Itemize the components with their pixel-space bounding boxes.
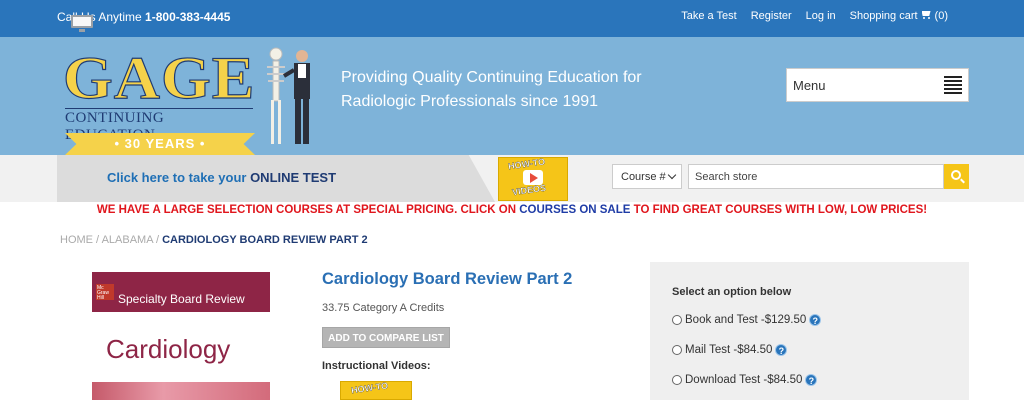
options-heading: Select an option below <box>672 286 792 298</box>
phone-number[interactable]: 1-800-383-4445 <box>145 10 230 24</box>
hamburger-icon <box>944 76 962 94</box>
shopping-cart-link[interactable]: Shopping cart (0) <box>850 10 948 22</box>
radio-button[interactable] <box>672 375 682 385</box>
breadcrumb-separator: / <box>152 234 163 246</box>
option-label: Mail Test -$84.50 <box>685 344 773 356</box>
product-image[interactable]: Mc Graw Hill Specialty Board Review Card… <box>92 272 270 400</box>
take-test-link[interactable]: Take a Test <box>681 10 736 22</box>
call-label: Call Us Anytime <box>57 10 142 24</box>
tagline-line2: Radiologic Professionals since 1991 <box>341 93 599 110</box>
purchase-options-panel: Select an option below Book and Test -$1… <box>650 262 969 400</box>
breadcrumb-separator: / <box>93 234 102 246</box>
online-test-link[interactable]: Click here to take your ONLINE TEST <box>107 170 336 185</box>
skeleton-mascot-icon <box>267 47 310 144</box>
course-number-select[interactable]: Course # <box>612 164 682 189</box>
shopping-cart-label: Shopping cart <box>849 10 918 22</box>
breadcrumb-home[interactable]: HOME <box>60 234 93 246</box>
radio-button[interactable] <box>672 345 682 355</box>
breadcrumb-current: CARDIOLOGY BOARD REVIEW PART 2 <box>162 234 368 246</box>
tagline-line1: Providing Quality Continuing Education f… <box>341 69 642 86</box>
cart-icon <box>921 10 933 20</box>
help-icon[interactable]: ? <box>809 314 822 326</box>
help-icon[interactable]: ? <box>775 344 788 356</box>
instructional-videos-label: Instructional Videos: <box>322 360 431 372</box>
site-tagline: Providing Quality Continuing Education f… <box>341 66 642 114</box>
courses-on-sale-link[interactable]: COURSES ON SALE <box>519 204 630 216</box>
search-button[interactable] <box>944 164 969 189</box>
promo-text-2: TO FIND GREAT COURSES WITH LOW, LOW PRIC… <box>630 204 928 216</box>
option-mail-test[interactable]: Mail Test -$84.50 ? <box>672 344 788 356</box>
top-bar: Call Us Anytime 1-800-383-4445 Take a Te… <box>0 0 1024 37</box>
option-label: Download Test -$84.50 <box>685 374 803 386</box>
logo-text: GAGE <box>62 43 256 112</box>
online-test-strong: ONLINE TEST <box>250 170 337 185</box>
help-icon[interactable]: ? <box>805 374 818 386</box>
how-to-videos-thumbnail[interactable]: HOW-TO <box>340 381 412 400</box>
product-credits: 33.75 Category A Credits <box>322 302 445 314</box>
breadcrumb-alabama[interactable]: ALABAMA <box>102 234 153 246</box>
register-link[interactable]: Register <box>751 10 792 22</box>
option-download-test[interactable]: Download Test -$84.50 ? <box>672 374 818 386</box>
gage-logo[interactable]: GAGE CONTINUING EDUCATION • 30 YEARS • <box>59 43 259 155</box>
add-to-compare-button[interactable]: ADD TO COMPARE LIST <box>322 327 450 348</box>
promo-banner: WE HAVE A LARGE SELECTION COURSES AT SPE… <box>0 204 1024 216</box>
option-label: Book and Test -$129.50 <box>685 314 807 326</box>
chevron-down-icon <box>667 170 677 180</box>
howto-bottom-text: VIDEOS <box>511 182 547 198</box>
product-title: Cardiology Board Review Part 2 <box>322 270 573 288</box>
promo-text-1: WE HAVE A LARGE SELECTION COURSES AT SPE… <box>96 204 520 216</box>
radio-button[interactable] <box>672 315 682 325</box>
site-header: GAGE CONTINUING EDUCATION • 30 YEARS • P… <box>0 37 1024 155</box>
top-links: Take a Test Register Log in Shopping car… <box>667 10 948 22</box>
menu-button[interactable]: Menu <box>786 68 969 102</box>
logo-ribbon: • 30 YEARS • <box>65 133 255 155</box>
login-link[interactable]: Log in <box>806 10 836 22</box>
search-icon <box>951 170 961 180</box>
course-select-value: Course # <box>621 171 666 183</box>
breadcrumb: HOME / ALABAMA / CARDIOLOGY BOARD REVIEW… <box>60 234 368 246</box>
option-book-and-test[interactable]: Book and Test -$129.50 ? <box>672 314 822 326</box>
search-input[interactable] <box>688 164 944 189</box>
online-test-prefix: Click here to take your <box>107 170 251 185</box>
cart-count: (0) <box>934 10 948 22</box>
howto-small-text: HOW-TO <box>350 381 389 396</box>
book-title: Cardiology <box>106 334 231 364</box>
book-cover-art <box>92 382 270 400</box>
monitor-icon <box>71 15 93 32</box>
book-series: Specialty Board Review <box>118 292 245 306</box>
how-to-videos-button[interactable]: HOW-TO VIDEOS <box>498 156 568 201</box>
publisher-logo: Mc Graw Hill <box>96 284 114 301</box>
menu-label: Menu <box>793 78 826 93</box>
